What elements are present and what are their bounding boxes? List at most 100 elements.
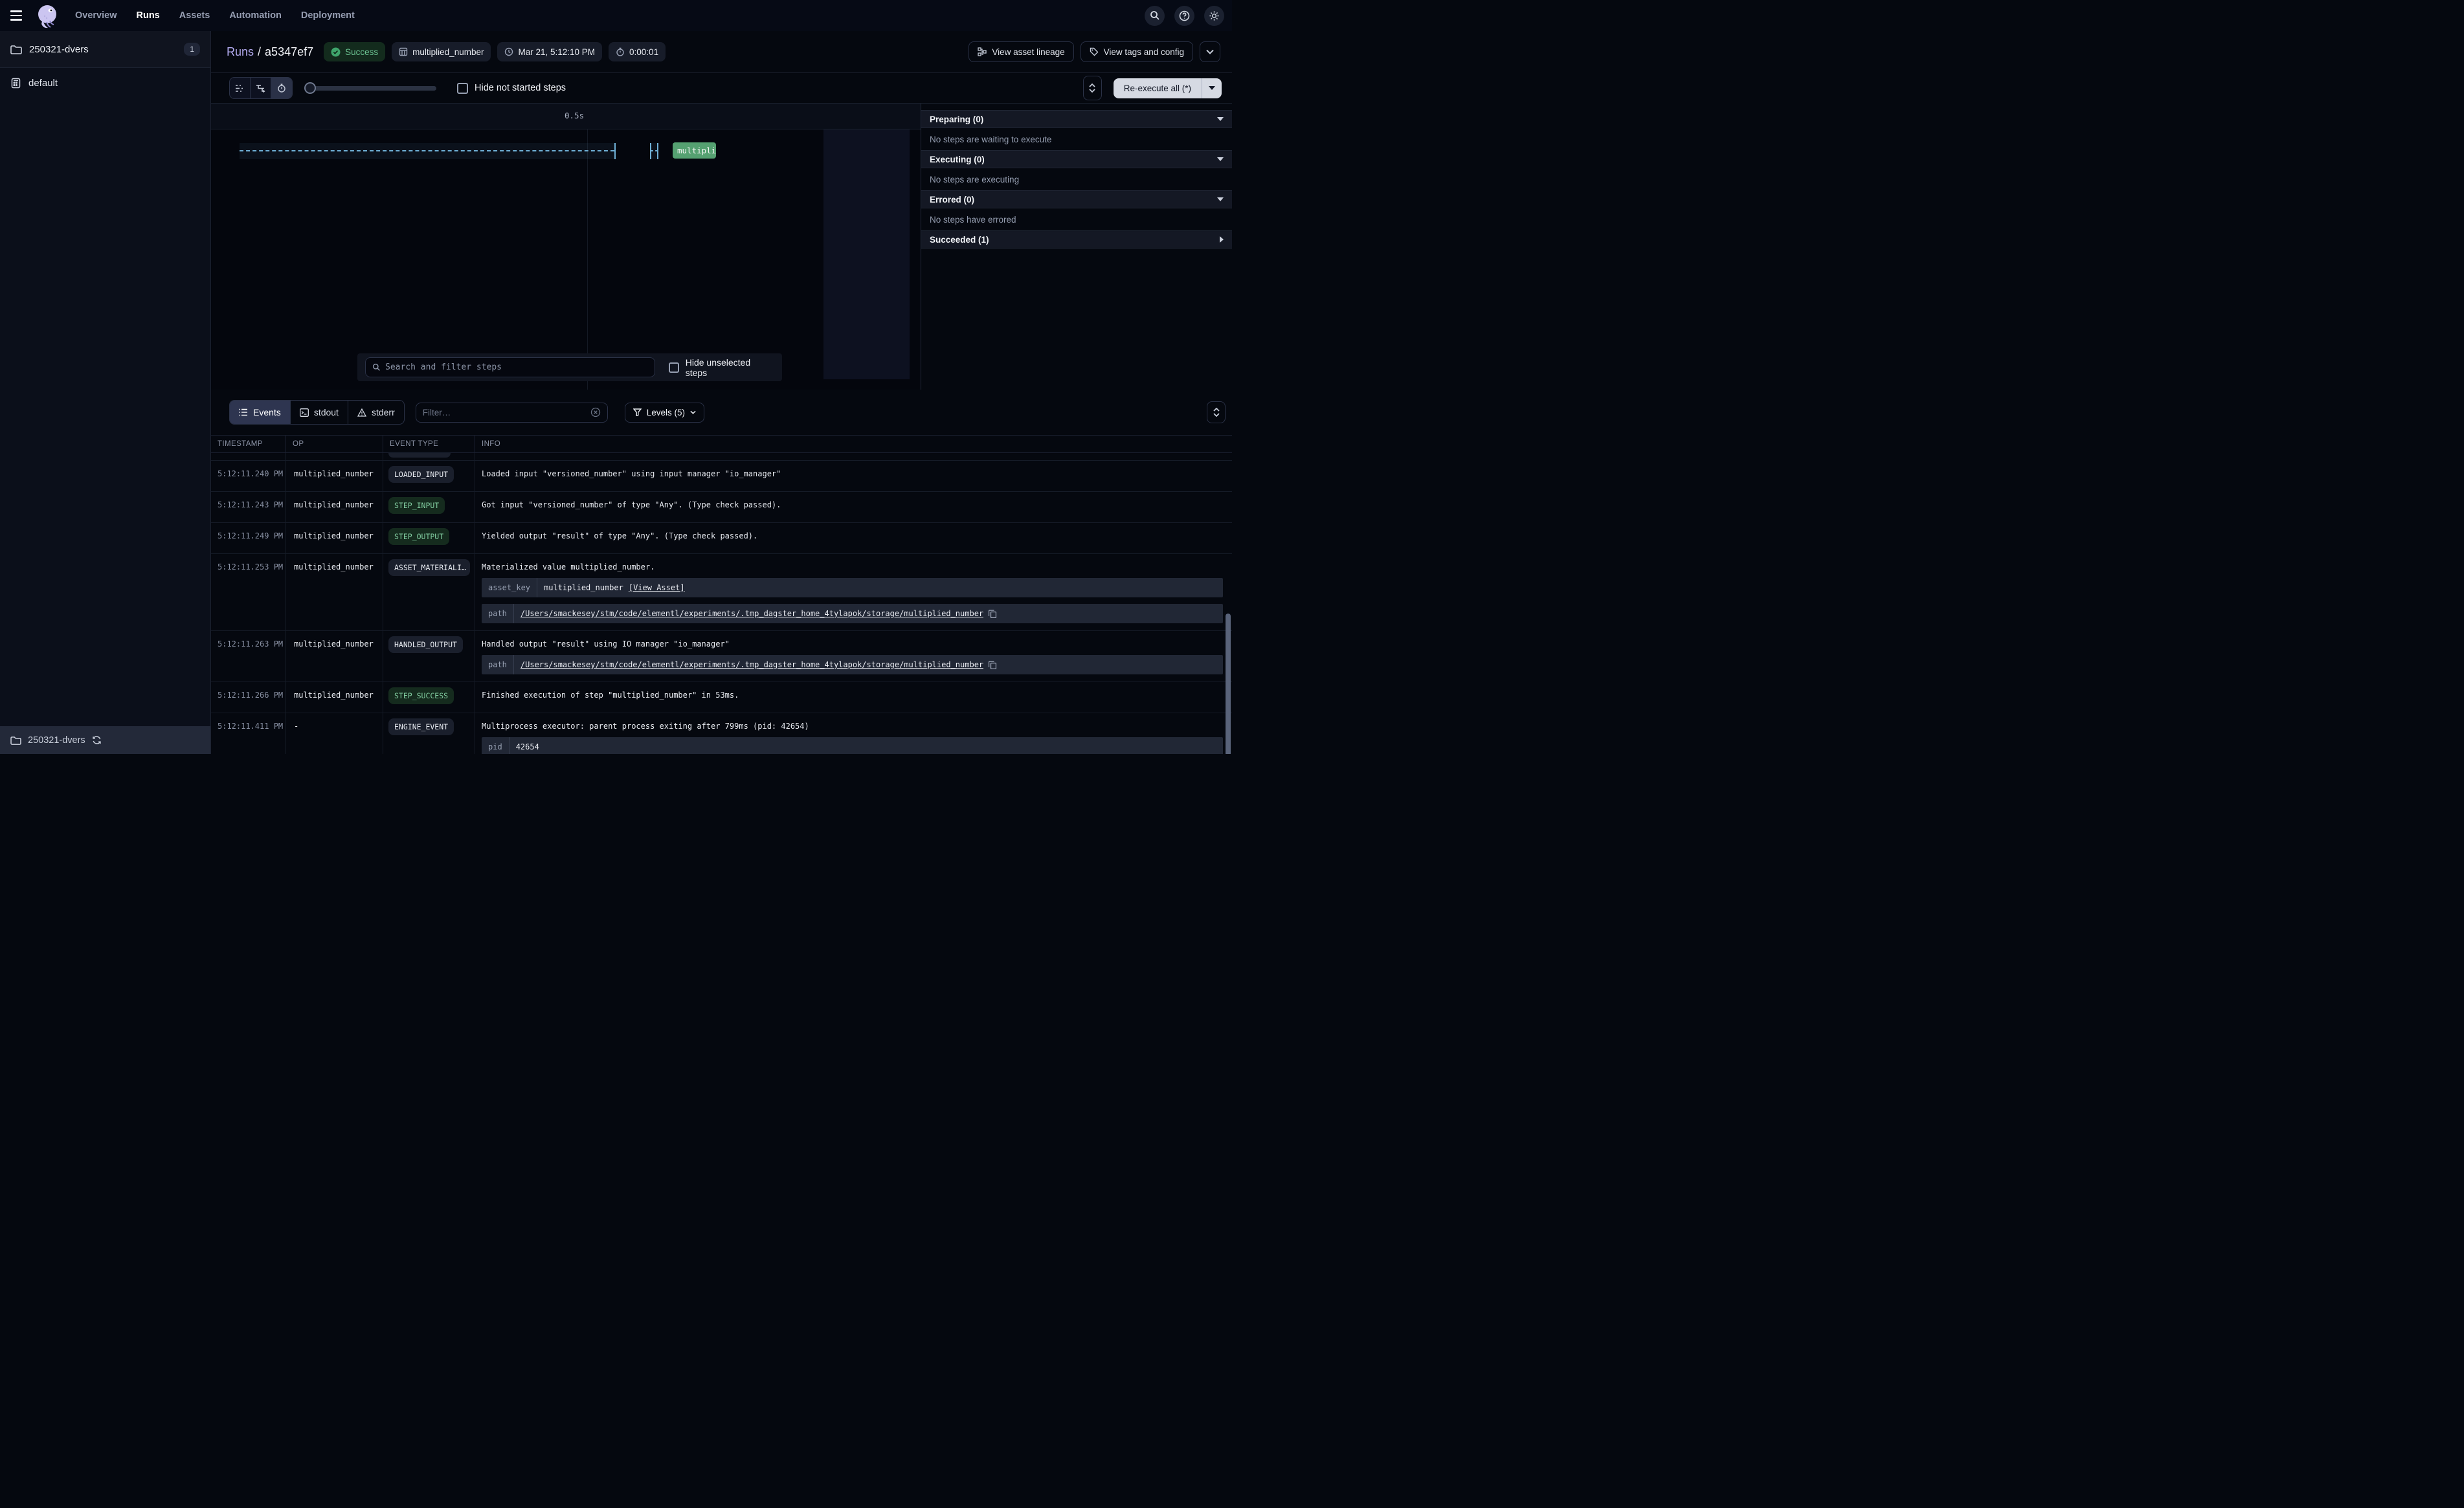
hamburger-menu-icon[interactable]: [10, 6, 28, 25]
event-timestamp: 5:12:11.249 PM: [211, 523, 286, 548]
tab-stdout[interactable]: stdout: [291, 401, 348, 424]
vertical-scrollbar[interactable]: [1226, 614, 1231, 754]
run-id: a5347ef7: [265, 45, 313, 58]
levels-dropdown[interactable]: Levels (5): [625, 403, 704, 423]
flat-view-icon[interactable]: [230, 78, 251, 98]
copy-icon[interactable]: [989, 610, 996, 618]
caret-down-icon: [1217, 117, 1224, 121]
col-event-type: EVENT TYPE: [383, 436, 475, 452]
gantt-step-bar[interactable]: multipli…: [673, 142, 716, 159]
col-op: OP: [286, 436, 383, 452]
help-icon[interactable]: [1174, 6, 1194, 26]
view-tags-config-button[interactable]: View tags and config: [1081, 41, 1193, 62]
clock-icon: [504, 47, 513, 56]
copy-icon[interactable]: [989, 661, 996, 669]
event-type-tag: STEP_SUCCESS: [388, 687, 454, 704]
event-type-tag: STEP_OUTPUT: [388, 528, 449, 545]
metadata-key: pid: [482, 737, 510, 754]
step-search-input[interactable]: [385, 362, 648, 372]
step-waiting-band-small: [650, 143, 658, 159]
table-row[interactable]: 5:12:11.240 PMmultiplied_numberLOADED_IN…: [211, 461, 1232, 492]
event-timestamp: 5:12:11.263 PM: [211, 631, 286, 656]
events-table-header: TIMESTAMP OP EVENT TYPE INFO: [211, 435, 1232, 453]
sidebar-repo-header[interactable]: 250321-dvers 1: [0, 31, 210, 68]
gantt-chart: 0.5s multipli…: [211, 104, 921, 390]
event-message: Yielded output "result" of type "Any". (…: [482, 531, 1223, 540]
tag-icon: [1090, 47, 1099, 56]
breadcrumb-runs-link[interactable]: Runs: [227, 45, 254, 58]
expand-events-panel-button[interactable]: [1207, 401, 1226, 423]
caret-right-icon: [1220, 236, 1224, 243]
metadata-value: /Users/smackesey/stm/code/elementl/exper…: [514, 655, 1003, 674]
status-panel: Preparing (0)No steps are waiting to exe…: [921, 104, 1232, 390]
nav-automation[interactable]: Automation: [229, 10, 282, 21]
events-table: TIMESTAMP OP EVENT TYPE INFO 5:12:11.240…: [211, 435, 1232, 754]
nav-deployment[interactable]: Deployment: [301, 10, 355, 21]
event-op: multiplied_number: [286, 631, 383, 656]
metadata-key: path: [482, 604, 514, 623]
header-more-chevron-button[interactable]: [1200, 41, 1220, 62]
dagster-logo[interactable]: [34, 2, 61, 29]
table-row[interactable]: 5:12:11.266 PMmultiplied_numberSTEP_SUCC…: [211, 682, 1232, 713]
table-row[interactable]: 5:12:11.411 PM-ENGINE_EVENTMultiprocess …: [211, 713, 1232, 754]
table-row[interactable]: 5:12:11.243 PMmultiplied_numberSTEP_INPU…: [211, 492, 1232, 523]
status-section-body: No steps are executing: [921, 168, 1232, 190]
tab-stderr[interactable]: stderr: [348, 401, 404, 424]
table-row[interactable]: 5:12:11.249 PMmultiplied_numberSTEP_OUTP…: [211, 523, 1232, 554]
gantt-view-segmented-control: [229, 77, 293, 99]
event-message: Multiprocess executor: parent process ex…: [482, 722, 1223, 731]
breadcrumb: Runs/a5347ef7: [227, 45, 313, 59]
col-info: INFO: [475, 436, 1232, 452]
status-section-header[interactable]: Executing (0): [921, 150, 1232, 168]
expand-collapse-panel-button[interactable]: [1083, 76, 1102, 100]
event-message: Handled output "result" using IO manager…: [482, 639, 1223, 649]
footer-repo-name: 250321-dvers: [28, 735, 85, 746]
nav-runs[interactable]: Runs: [137, 10, 160, 21]
metadata-text: multiplied_number: [544, 583, 623, 592]
zoom-slider[interactable]: [304, 82, 436, 94]
status-section-header[interactable]: Preparing (0): [921, 110, 1232, 128]
event-type-tag: STEP_INPUT: [388, 497, 445, 514]
table-row[interactable]: 5:12:11.263 PMmultiplied_numberHANDLED_O…: [211, 631, 1232, 682]
metadata-text: 42654: [516, 742, 539, 751]
status-section-header[interactable]: Errored (0): [921, 190, 1232, 208]
hide-not-started-checkbox[interactable]: [457, 83, 468, 94]
status-section-header[interactable]: Succeeded (1): [921, 230, 1232, 249]
sidebar-item-default[interactable]: default: [0, 68, 210, 98]
nav-assets[interactable]: Assets: [179, 10, 210, 21]
hide-not-started-label: Hide not started steps: [475, 83, 566, 93]
reexecute-all-button[interactable]: Re-execute all (*): [1114, 78, 1222, 98]
refresh-icon[interactable]: [92, 735, 102, 745]
events-filter-input[interactable]: [423, 408, 590, 417]
metadata-link[interactable]: /Users/smackesey/stm/code/elementl/exper…: [521, 609, 983, 618]
timed-view-icon[interactable]: [271, 78, 292, 98]
metadata-link[interactable]: /Users/smackesey/stm/code/elementl/exper…: [521, 660, 983, 669]
waterfall-view-icon[interactable]: [251, 78, 271, 98]
status-section-title: Errored (0): [930, 195, 1217, 205]
metadata-value: 42654: [510, 737, 546, 754]
hide-unselected-checkbox[interactable]: [669, 362, 679, 373]
reexecute-dropdown-caret[interactable]: [1202, 78, 1222, 98]
clear-filter-icon[interactable]: [590, 407, 601, 417]
asset-grid-icon: [399, 47, 408, 56]
step-waiting-band: [240, 143, 616, 159]
metadata-link[interactable]: [View Asset]: [629, 583, 685, 592]
search-icon[interactable]: [1145, 6, 1165, 26]
asset-tag[interactable]: multiplied_number: [392, 42, 491, 61]
sidebar-footer[interactable]: 250321-dvers: [0, 726, 210, 754]
view-asset-lineage-button[interactable]: View asset lineage: [969, 41, 1073, 62]
table-row[interactable]: 5:12:11.253 PMmultiplied_numberASSET_MAT…: [211, 554, 1232, 631]
event-message: Finished execution of step "multiplied_n…: [482, 691, 1223, 700]
tab-events[interactable]: Events: [230, 401, 291, 424]
repo-count-badge: 1: [184, 43, 200, 56]
gantt-toolbar: Hide not started steps Re-execute all (*…: [211, 73, 1232, 104]
event-timestamp: 5:12:11.411 PM: [211, 713, 286, 738]
event-type-tag: LOADED_INPUT: [388, 466, 454, 483]
step-search-input-wrap: [365, 357, 655, 377]
settings-icon[interactable]: [1204, 6, 1224, 26]
nav-overview[interactable]: Overview: [75, 10, 117, 21]
caret-down-icon: [1217, 157, 1224, 161]
zoom-slider-knob[interactable]: [304, 82, 316, 94]
event-message: Materialized value multiplied_number.: [482, 562, 1223, 571]
run-duration: 0:00:01: [609, 42, 666, 61]
